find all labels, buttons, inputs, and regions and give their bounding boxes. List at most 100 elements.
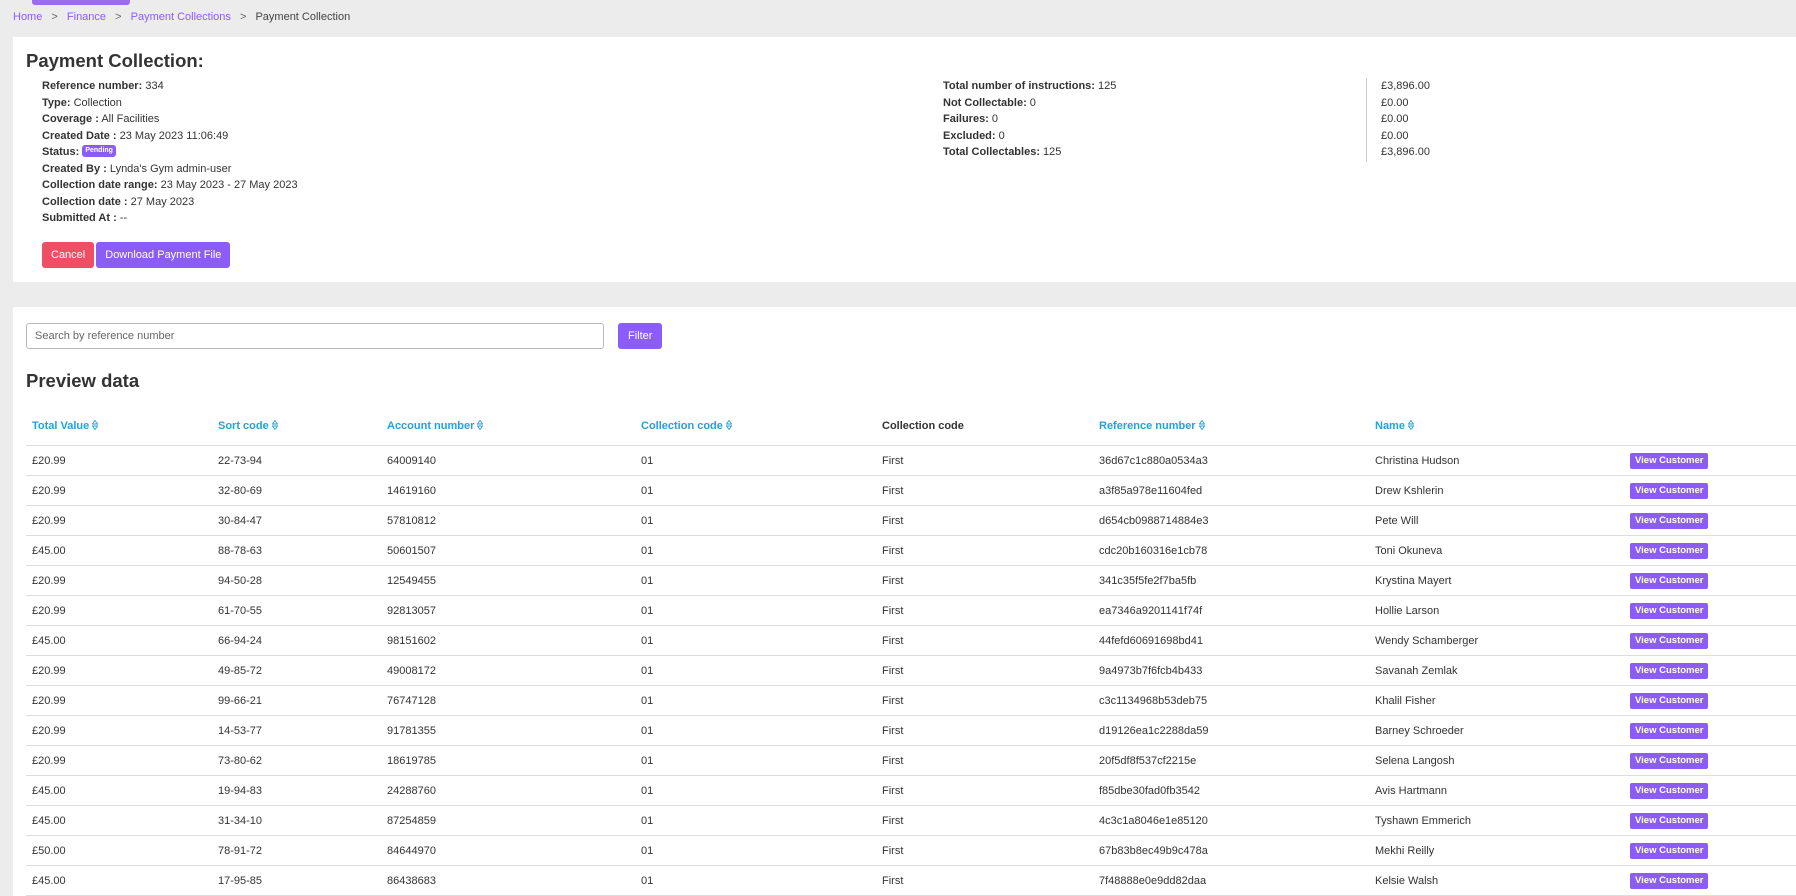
account-number-cell: 50601507 (381, 535, 635, 566)
status-badge: Pending (82, 145, 116, 158)
info-label: Collection date : (42, 195, 128, 208)
total-value-cell: £20.99 (26, 595, 212, 626)
table-row: £45.00 19-94-83 24288760 01 First f85dbe30fad… (26, 775, 1796, 806)
collection-type-cell: First (876, 565, 1093, 596)
preview-title: Preview data (26, 370, 140, 391)
total-value-cell: £20.99 (26, 445, 212, 476)
stat-value: 0 (991, 113, 999, 125)
collection-code-cell: 01 (635, 745, 876, 776)
amount-total-instructions: £3,896.00 (1381, 80, 1430, 92)
view-customer-button[interactable]: View Customer (1630, 542, 1709, 559)
customer-name-cell: Krystina Mayert (1369, 565, 1624, 596)
column-header-collection-code[interactable]: Collection code (635, 407, 876, 446)
customer-name-cell: Hollie Larson (1369, 595, 1624, 626)
actions-cell: View Customer (1624, 685, 1796, 716)
collection-type-cell: First (876, 535, 1093, 566)
collection-type-cell: First (876, 835, 1093, 866)
collection-type-cell: First (876, 505, 1093, 536)
collection-code-cell: 01 (635, 805, 876, 836)
info-row-coverage: Coverage : All Facilities (42, 111, 298, 128)
actions-cell: View Customer (1624, 655, 1796, 686)
collection-type-cell: First (876, 805, 1093, 836)
view-customer-button[interactable]: View Customer (1630, 452, 1709, 469)
column-header-total-value[interactable]: Total Value (26, 407, 212, 446)
info-label: Status: (42, 146, 80, 158)
view-customer-button[interactable]: View Customer (1630, 482, 1709, 499)
info-label: Created By : (42, 162, 107, 175)
sort-code-cell: 61-70-55 (212, 595, 381, 626)
collection-code-cell: 01 (635, 655, 876, 686)
view-customer-button[interactable]: View Customer (1630, 572, 1709, 589)
search-input[interactable] (26, 323, 604, 349)
total-value-cell: £20.99 (26, 715, 212, 746)
sort-code-cell: 66-94-24 (212, 625, 381, 656)
total-value-cell: £20.99 (26, 505, 212, 536)
sort-icon (271, 420, 278, 431)
actions-cell: View Customer (1624, 505, 1796, 536)
sort-code-cell: 99-66-21 (212, 685, 381, 716)
account-number-cell: 86438683 (381, 865, 635, 896)
page-title: Payment Collection: (26, 50, 204, 71)
actions-cell: View Customer (1624, 745, 1796, 776)
table-row: £45.00 31-34-10 87254859 01 First 4c3c1a8046e… (26, 805, 1796, 836)
breadcrumb-current: Payment Collection (255, 11, 351, 23)
collection-amounts: £3,896.00 £0.00 £0.00 £0.00 £3,896.00 (1366, 78, 1430, 162)
view-customer-button[interactable]: View Customer (1630, 752, 1709, 769)
column-header-name[interactable]: Name (1369, 407, 1624, 446)
filter-button[interactable]: Filter (618, 323, 663, 349)
view-customer-button[interactable]: View Customer (1630, 872, 1709, 889)
column-header-label: Collection code (641, 420, 723, 432)
stat-label: Excluded: (943, 129, 996, 142)
breadcrumb-home-link[interactable]: Home (13, 11, 42, 23)
stat-label: Not Collectable: (943, 96, 1027, 109)
info-value: Lynda's Gym admin-user (109, 162, 232, 175)
table-row: £20.99 32-80-69 14619160 01 First a3f85a978e1… (26, 475, 1796, 506)
view-customer-button[interactable]: View Customer (1630, 692, 1709, 709)
account-number-cell: 92813057 (381, 595, 635, 626)
view-customer-button[interactable]: View Customer (1630, 722, 1709, 739)
view-customer-button[interactable]: View Customer (1630, 632, 1709, 649)
column-header-reference-number[interactable]: Reference number (1093, 407, 1369, 446)
info-label: Coverage : (42, 113, 99, 125)
actions-cell: View Customer (1624, 865, 1796, 896)
column-header-label: Total Value (32, 420, 90, 432)
sort-icon (725, 420, 732, 431)
cancel-button[interactable]: Cancel (42, 242, 95, 268)
collection-code-cell: 01 (635, 835, 876, 866)
account-number-cell: 87254859 (381, 805, 635, 836)
view-customer-button[interactable]: View Customer (1630, 782, 1709, 799)
view-customer-button[interactable]: View Customer (1630, 512, 1709, 529)
reference-number-cell: 7f48888e0e9dd82daa (1093, 865, 1369, 896)
collection-info-list: Reference number: 334 Type: Collection C… (42, 78, 298, 227)
top-button-edge[interactable] (32, 0, 130, 5)
breadcrumb-payment-collections-link[interactable]: Payment Collections (131, 11, 231, 23)
reference-number-cell: d654cb0988714884e3 (1093, 505, 1369, 536)
customer-name-cell: Mekhi Reilly (1369, 835, 1624, 866)
actions-cell: View Customer (1624, 775, 1796, 806)
view-customer-button[interactable]: View Customer (1630, 662, 1709, 679)
collection-code-cell: 01 (635, 865, 876, 896)
info-value: 23 May 2023 - 27 May 2023 (160, 179, 298, 191)
column-header-label: Sort code (218, 420, 269, 432)
customer-name-cell: Selena Langosh (1369, 745, 1624, 776)
column-header-sort-code[interactable]: Sort code (212, 407, 381, 446)
sort-icon (477, 420, 484, 431)
info-row-created-date: Created Date : 23 May 2023 11:06:49 (42, 128, 298, 145)
customer-name-cell: Christina Hudson (1369, 445, 1624, 476)
info-value: 23 May 2023 11:06:49 (119, 129, 229, 142)
customer-name-cell: Kelsie Walsh (1369, 865, 1624, 896)
stat-label: Failures: (943, 113, 989, 125)
collection-code-cell: 01 (635, 775, 876, 806)
breadcrumb-finance-link[interactable]: Finance (67, 11, 106, 23)
download-payment-file-button[interactable]: Download Payment File (96, 242, 231, 268)
account-number-cell: 18619785 (381, 745, 635, 776)
account-number-cell: 57810812 (381, 505, 635, 536)
collection-type-cell: First (876, 775, 1093, 806)
sort-code-cell: 32-80-69 (212, 475, 381, 506)
view-customer-button[interactable]: View Customer (1630, 812, 1709, 829)
view-customer-button[interactable]: View Customer (1630, 842, 1709, 859)
column-header-account-number[interactable]: Account number (381, 407, 635, 446)
collection-type-cell: First (876, 595, 1093, 626)
reference-number-cell: ea7346a9201141f74f (1093, 595, 1369, 626)
view-customer-button[interactable]: View Customer (1630, 602, 1709, 619)
